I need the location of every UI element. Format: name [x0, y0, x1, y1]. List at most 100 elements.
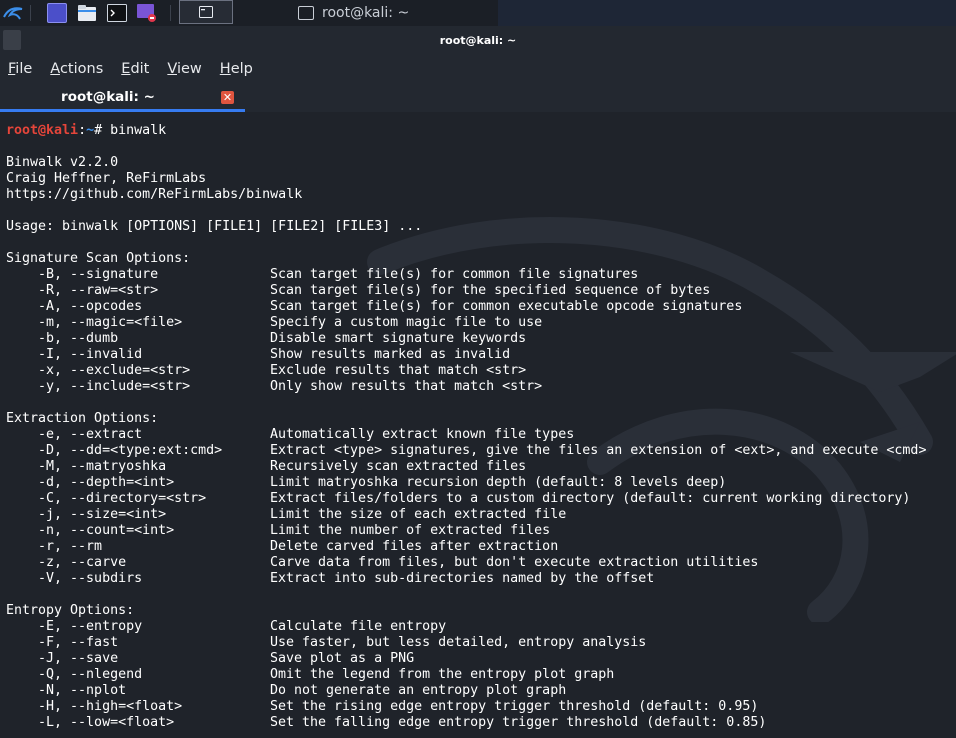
- section-title: Signature Scan Options:: [6, 251, 926, 267]
- section-title: Extraction Options:: [6, 411, 926, 427]
- menubar: File Actions Edit View Help: [0, 56, 956, 82]
- option-description: Only show results that match <str>: [270, 379, 543, 394]
- tab-root-kali[interactable]: root@kali: ~ ✕: [0, 82, 245, 112]
- option-flag: -r, --rm: [6, 539, 103, 554]
- option-description: Exclude results that match <str>: [270, 363, 527, 378]
- menu-item-view[interactable]: View: [167, 61, 201, 77]
- option-description: Scan target file(s) for common file sign…: [270, 267, 639, 282]
- prompt-colon: :: [78, 123, 87, 138]
- option-row: -Q, --nlegend Omit the legend from the en…: [6, 667, 926, 683]
- menu-mnemonic: A: [50, 61, 60, 77]
- terminal-launcher-icon[interactable]: [104, 0, 130, 26]
- usage-text: Usage: binwalk [OPTIONS] [FILE1] [FILE2]…: [6, 219, 423, 234]
- option-flag: -B, --signature: [6, 267, 159, 282]
- option-flag: -n, --count=<int>: [6, 523, 175, 538]
- prompt-hash: #: [94, 123, 111, 138]
- option-flag: -j, --size=<int>: [6, 507, 167, 522]
- option-description: Delete carved files after extraction: [270, 539, 559, 554]
- window-titlebar[interactable]: root@kali: ~: [0, 26, 956, 56]
- option-row: -n, --count=<int> Limit the number of ext…: [6, 523, 926, 539]
- menu-item-actions[interactable]: Actions: [50, 61, 103, 77]
- section-title-text: Entropy Options:: [6, 603, 135, 618]
- option-row: -R, --raw=<str> Scan target file(s) for t…: [6, 283, 926, 299]
- option-description: Recursively scan extracted files: [270, 459, 527, 474]
- taskbar-window-label: root@kali: ~: [322, 5, 410, 21]
- option-row: -L, --low=<float> Set the falling edge en…: [6, 715, 926, 731]
- menu-label-rest: ctions: [59, 61, 104, 77]
- terminal-text: root@kali:~# binwalk Binwalk v2.2.0 Craig …: [6, 123, 926, 731]
- author-text: Craig Heffner, ReFirmLabs: [6, 171, 207, 186]
- terminal-icon: [298, 6, 314, 20]
- option-row: -V, --subdirs Extract into sub-directorie…: [6, 571, 926, 587]
- option-description: Save plot as a PNG: [270, 651, 415, 666]
- screen-recorder-icon[interactable]: [134, 0, 160, 26]
- usage-line: Usage: binwalk [OPTIONS] [FILE1] [FILE2]…: [6, 219, 926, 235]
- option-row: -C, --directory=<str> Extract files/folde…: [6, 491, 926, 507]
- option-row: -x, --exclude=<str> Exclude results that …: [6, 363, 926, 379]
- option-row: -y, --include=<str> Only show results tha…: [6, 379, 926, 395]
- tab-bar: root@kali: ~ ✕: [0, 82, 956, 112]
- option-flag: -C, --directory=<str>: [6, 491, 207, 506]
- option-description: Extract files/folders to a custom direct…: [270, 491, 911, 506]
- menu-item-edit[interactable]: Edit: [121, 61, 149, 77]
- taskbar-window-item[interactable]: root@kali: ~: [298, 0, 498, 26]
- section-title: Entropy Options:: [6, 603, 926, 619]
- option-flag: -I, --invalid: [6, 347, 143, 362]
- option-flag: -e, --extract: [6, 427, 143, 442]
- option-row: -B, --signature Scan target file(s) for c…: [6, 267, 926, 283]
- option-row: -m, --magic=<file> Specify a custom magic…: [6, 315, 926, 331]
- terminal-output[interactable]: root@kali:~# binwalk Binwalk v2.2.0 Craig …: [0, 112, 956, 738]
- prompt-command: binwalk: [110, 123, 167, 138]
- option-flag: -y, --include=<str>: [6, 379, 191, 394]
- option-flag: -N, --nplot: [6, 683, 127, 698]
- option-description: Do not generate an entropy plot graph: [270, 683, 567, 698]
- option-description: Carve data from files, but don't execute…: [270, 555, 759, 570]
- url-line: https://github.com/ReFirmLabs/binwalk: [6, 187, 926, 203]
- workspace-icon[interactable]: [44, 0, 70, 26]
- option-row: -d, --depth=<int> Limit matryoshka recurs…: [6, 475, 926, 491]
- close-icon[interactable]: ✕: [221, 91, 234, 104]
- option-flag: -R, --raw=<str>: [6, 283, 159, 298]
- option-row: -z, --carve Carve data from files, but do…: [6, 555, 926, 571]
- section-title-text: Extraction Options:: [6, 411, 159, 426]
- option-row: -N, --nplot Do not generate an entropy pl…: [6, 683, 926, 699]
- menu-label-rest: ile: [15, 61, 33, 77]
- option-description: Set the falling edge entropy trigger thr…: [270, 715, 767, 730]
- active-window-button[interactable]: [179, 0, 233, 24]
- menu-item-help[interactable]: Help: [220, 61, 253, 77]
- window-title: root@kali: ~: [439, 34, 517, 47]
- section-title-text: Signature Scan Options:: [6, 251, 191, 266]
- option-flag: -F, --fast: [6, 635, 119, 650]
- option-row: -D, --dd=<type:ext:cmd> Extract <type> si…: [6, 443, 926, 459]
- option-row: -E, --entropy Calculate file entropy: [6, 619, 926, 635]
- menu-label-rest: dit: [130, 61, 150, 77]
- prompt-user: root@kali: [6, 123, 79, 138]
- option-flag: -z, --carve: [6, 555, 127, 570]
- menu-item-file[interactable]: File: [8, 61, 32, 77]
- version-text: Binwalk v2.2.0: [6, 155, 119, 170]
- option-flag: -x, --exclude=<str>: [6, 363, 191, 378]
- option-flag: -m, --magic=<file>: [6, 315, 183, 330]
- option-flag: -d, --depth=<int>: [6, 475, 175, 490]
- prompt-path: ~: [86, 123, 95, 138]
- option-description: Extract <type> signatures, give the file…: [270, 443, 927, 458]
- menu-label-rest: iew: [176, 61, 202, 77]
- version-line: Binwalk v2.2.0: [6, 155, 926, 171]
- taskbar: root@kali: ~: [0, 0, 956, 26]
- option-row: -A, --opcodes Scan target file(s) for com…: [6, 299, 926, 315]
- option-flag: -M, --matryoshka: [6, 459, 167, 474]
- tab-label: root@kali: ~: [61, 89, 155, 105]
- option-flag: -H, --high=<float>: [6, 699, 183, 714]
- option-flag: -b, --dumb: [6, 331, 119, 346]
- kali-menu-icon[interactable]: [0, 0, 26, 26]
- menu-mnemonic: H: [219, 61, 231, 77]
- menu-label-rest: elp: [230, 61, 253, 77]
- option-description: Limit the number of extracted files: [270, 523, 551, 538]
- file-manager-icon[interactable]: [74, 0, 100, 26]
- option-row: -b, --dumb Disable smart signature keywor…: [6, 331, 926, 347]
- option-row: -M, --matryoshka Recursively scan extract…: [6, 459, 926, 475]
- option-description: Show results marked as invalid: [270, 347, 511, 362]
